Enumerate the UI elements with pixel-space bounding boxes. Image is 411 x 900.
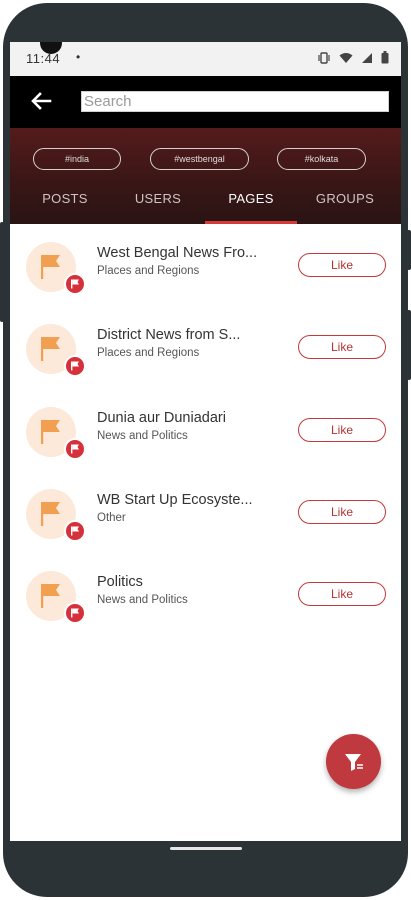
hashtag-chip-india[interactable]: #india — [33, 148, 121, 170]
page-title: WB Start Up Ecosyste... — [97, 492, 253, 508]
page-title: Dunia aur Duniadari — [97, 410, 226, 426]
status-icons — [317, 51, 389, 64]
flag-icon — [71, 361, 79, 371]
tab-pages[interactable]: PAGES — [205, 191, 297, 224]
app-screen: 11:44 • #india #westbengal — [10, 42, 401, 841]
side-button-left — [0, 222, 4, 322]
home-gesture-pill[interactable] — [170, 847, 242, 850]
flag-icon — [71, 279, 79, 289]
page-title: District News from S... — [97, 327, 241, 343]
signal-icon — [362, 52, 372, 63]
page-badge — [64, 438, 86, 460]
hashtag-chip-westbengal[interactable]: #westbengal — [150, 148, 249, 170]
list-item[interactable]: West Bengal News Fro... Places and Regio… — [10, 224, 401, 306]
page-badge — [64, 520, 86, 542]
page-category: Places and Regions — [97, 347, 200, 359]
list-item[interactable]: WB Start Up Ecosyste... Other Like — [10, 471, 401, 553]
wifi-icon — [339, 52, 353, 63]
status-bar: 11:44 • — [10, 42, 401, 76]
page-title: Politics — [97, 574, 143, 590]
tab-groups[interactable]: GROUPS — [300, 191, 390, 224]
like-button[interactable]: Like — [298, 253, 386, 277]
notification-dot: • — [76, 50, 81, 64]
results-header: #india #westbengal #kolkata POSTS USERS … — [10, 128, 401, 224]
page-title: West Bengal News Fro... — [97, 245, 258, 261]
like-button[interactable]: Like — [298, 500, 386, 524]
page-category: News and Politics — [97, 594, 188, 606]
page-badge — [64, 273, 86, 295]
tab-users[interactable]: USERS — [108, 191, 208, 224]
flag-icon — [71, 608, 79, 618]
page-badge — [64, 355, 86, 377]
search-input[interactable] — [81, 91, 389, 112]
flag-icon — [71, 526, 79, 536]
hashtag-chip-kolkata[interactable]: #kolkata — [277, 148, 366, 170]
battery-icon — [381, 51, 389, 64]
search-toolbar — [10, 76, 401, 128]
page-category: Places and Regions — [97, 265, 200, 277]
arrow-left-icon[interactable] — [28, 88, 54, 114]
filter-icon — [344, 753, 363, 771]
list-item[interactable]: District News from S... Places and Regio… — [10, 306, 401, 388]
page-badge — [64, 602, 86, 624]
page-category: Other — [97, 512, 126, 524]
side-button-right-bottom — [407, 310, 411, 380]
vibrate-icon — [318, 51, 330, 64]
like-button[interactable]: Like — [298, 582, 386, 606]
system-nav-bar — [10, 841, 401, 871]
flag-icon — [71, 444, 79, 454]
like-button[interactable]: Like — [298, 418, 386, 442]
like-button[interactable]: Like — [298, 335, 386, 359]
list-item[interactable]: Politics News and Politics Like — [10, 553, 401, 635]
tab-posts[interactable]: POSTS — [10, 191, 120, 224]
list-item[interactable]: Dunia aur Duniadari News and Politics Li… — [10, 389, 401, 471]
page-category: News and Politics — [97, 430, 188, 442]
side-button-right-top — [407, 230, 411, 270]
filter-fab-button[interactable] — [326, 734, 381, 789]
